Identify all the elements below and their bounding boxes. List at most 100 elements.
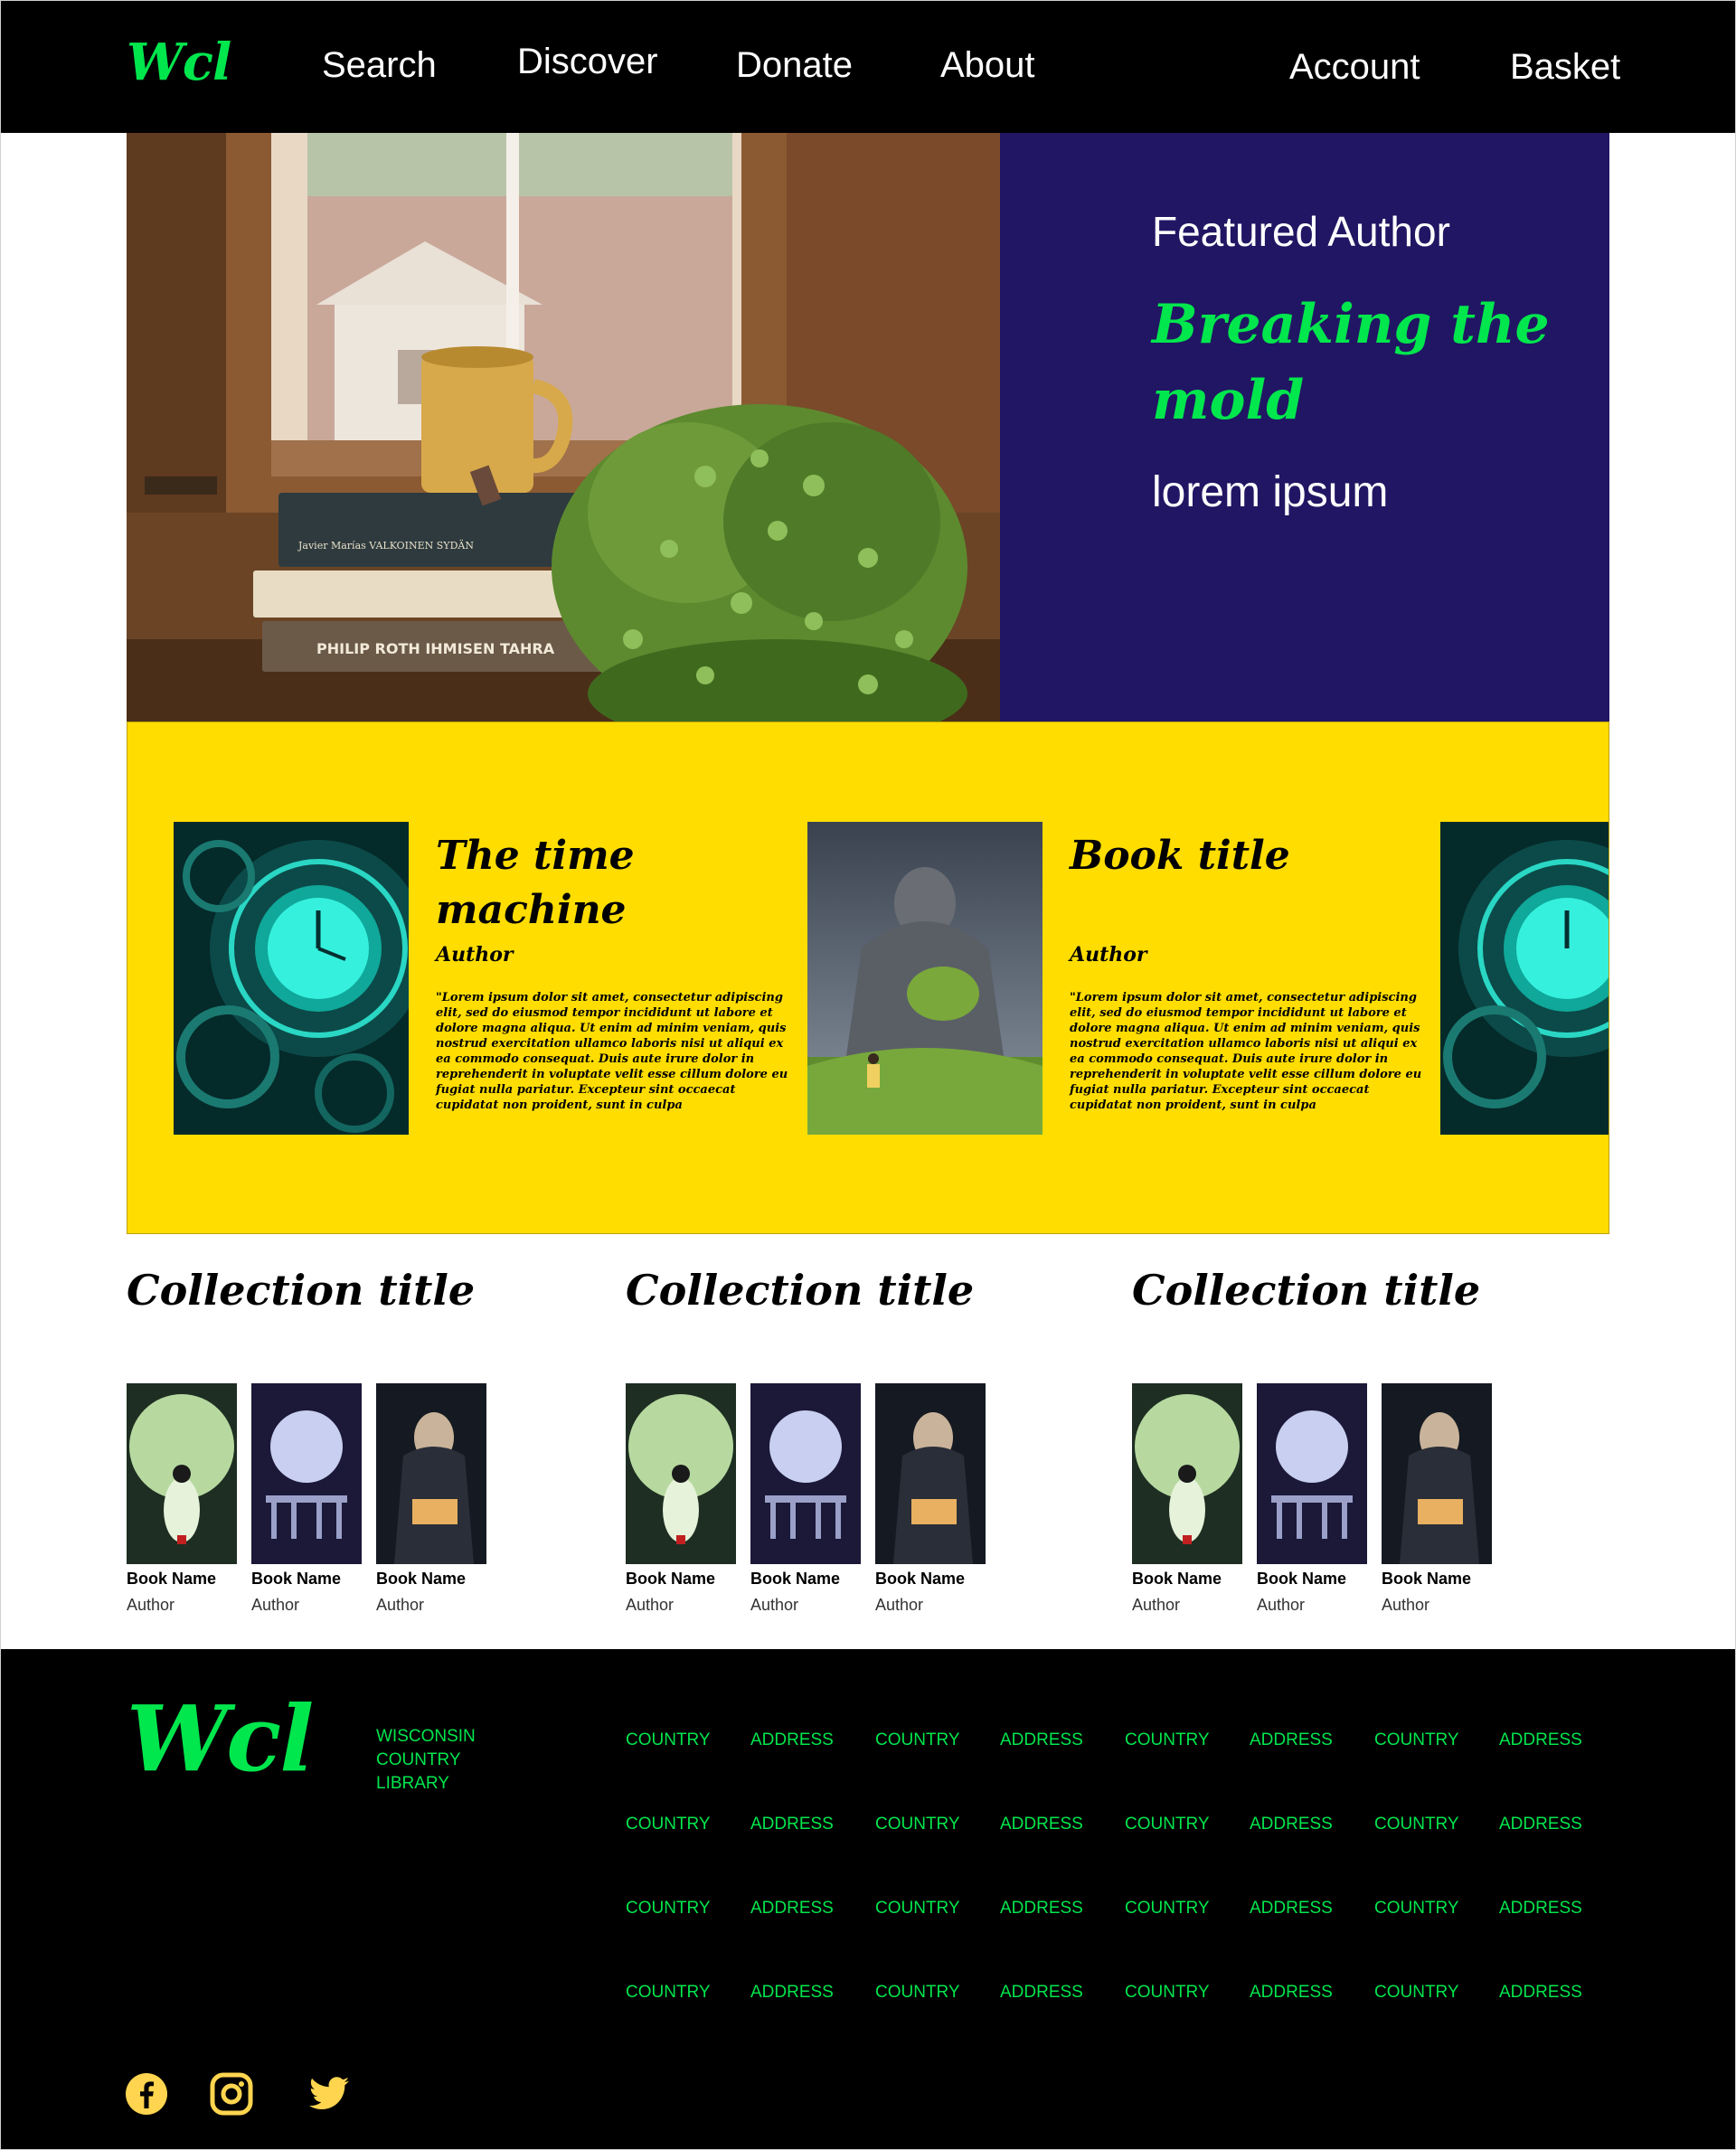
moon-cover-illustration xyxy=(127,1383,237,1564)
book-name[interactable]: Book Name xyxy=(626,1570,736,1589)
book-cover-moon[interactable] xyxy=(127,1383,237,1564)
book-name[interactable]: Book Name xyxy=(750,1570,861,1589)
book-name[interactable]: Book Name xyxy=(376,1570,486,1589)
facebook-icon[interactable] xyxy=(125,2072,168,2116)
footer-address[interactable]: ADDRESS xyxy=(1000,1815,1083,1834)
book-card[interactable]: Book title Author "Lorem ipsum dolor sit… xyxy=(807,822,1422,1135)
book-name[interactable]: Book Name xyxy=(875,1570,986,1589)
footer-address[interactable]: ADDRESS xyxy=(1250,1983,1333,2003)
footer-address[interactable]: ADDRESS xyxy=(750,1983,834,2003)
book-cover-reader[interactable] xyxy=(875,1383,986,1564)
footer-country[interactable]: COUNTRY xyxy=(875,1899,960,1919)
book-cover-reader[interactable] xyxy=(376,1383,486,1564)
footer-country[interactable]: COUNTRY xyxy=(1374,1983,1459,2003)
clock-cover-illustration xyxy=(174,822,409,1135)
balcony-cover-illustration xyxy=(251,1383,362,1564)
footer-country[interactable]: COUNTRY xyxy=(1125,1730,1210,1750)
footer-address[interactable]: ADDRESS xyxy=(750,1730,834,1750)
footer-address[interactable]: ADDRESS xyxy=(1499,1730,1582,1750)
book-name[interactable]: Book Name xyxy=(1132,1570,1242,1589)
book-cover-balcony[interactable] xyxy=(750,1383,861,1564)
window-books-plant-illustration: Javier Marías VALKOINEN SYDÄN PHILIP ROT… xyxy=(127,133,1000,721)
footer-country[interactable]: COUNTRY xyxy=(626,1899,711,1919)
nav-about[interactable]: About xyxy=(940,45,1035,86)
nav-account[interactable]: Account xyxy=(1289,47,1420,88)
footer-address[interactable]: ADDRESS xyxy=(1250,1815,1333,1834)
book-card-partial[interactable] xyxy=(1440,822,1609,1135)
collection-title[interactable]: Collection title xyxy=(1132,1266,1480,1315)
featured-headline[interactable]: Breaking the mold xyxy=(1152,287,1658,438)
collection-book[interactable]: Book Name Author xyxy=(1132,1383,1242,1615)
book-cover-clock[interactable] xyxy=(1440,822,1609,1135)
collection-title[interactable]: Collection title xyxy=(626,1266,974,1315)
collection-title[interactable]: Collection title xyxy=(127,1266,475,1315)
footer-address[interactable]: ADDRESS xyxy=(750,1899,834,1919)
book-card-title[interactable]: The time machine xyxy=(436,829,797,938)
footer-country[interactable]: COUNTRY xyxy=(626,1730,711,1750)
footer-country[interactable]: COUNTRY xyxy=(875,1730,960,1750)
book-card-title[interactable]: Book title xyxy=(1070,829,1431,883)
footer-country[interactable]: COUNTRY xyxy=(875,1815,960,1834)
book-cover-balcony[interactable] xyxy=(251,1383,362,1564)
book-cover-statue[interactable] xyxy=(807,822,1043,1135)
book-cover-moon[interactable] xyxy=(1132,1383,1242,1564)
book-cover-reader[interactable] xyxy=(1382,1383,1492,1564)
collection-book[interactable]: Book Name Author xyxy=(251,1383,362,1615)
featured-author-label: Featured Author xyxy=(1152,208,1450,255)
footer-country[interactable]: COUNTRY xyxy=(875,1983,960,2003)
logo[interactable]: Wcl xyxy=(127,33,231,92)
footer-address[interactable]: ADDRESS xyxy=(1499,1899,1582,1919)
collection: Collection title Book Name Author Book N… xyxy=(1132,1266,1602,1627)
clock-cover-illustration xyxy=(1440,822,1609,1135)
book-author: Author xyxy=(1382,1596,1430,1614)
moon-cover-illustration xyxy=(626,1383,736,1564)
moon-cover-illustration xyxy=(1132,1383,1242,1564)
collection-book[interactable]: Book Name Author xyxy=(376,1383,486,1615)
twitter-icon[interactable] xyxy=(307,2072,351,2116)
footer-country[interactable]: COUNTRY xyxy=(1125,1899,1210,1919)
collection: Collection title Book Name Author Book N… xyxy=(127,1266,597,1627)
footer-country[interactable]: COUNTRY xyxy=(1125,1983,1210,2003)
book-spine-1: Javier Marías VALKOINEN SYDÄN xyxy=(297,539,474,552)
nav-discover[interactable]: Discover xyxy=(517,42,658,82)
hero-image: Javier Marías VALKOINEN SYDÄN PHILIP ROT… xyxy=(127,133,1000,721)
collection-book[interactable]: Book Name Author xyxy=(1257,1383,1367,1615)
footer-address[interactable]: ADDRESS xyxy=(1000,1983,1083,2003)
footer-address[interactable]: ADDRESS xyxy=(1250,1899,1333,1919)
book-cover-moon[interactable] xyxy=(626,1383,736,1564)
collection-book[interactable]: Book Name Author xyxy=(127,1383,237,1615)
footer-country[interactable]: COUNTRY xyxy=(1374,1815,1459,1834)
book-name[interactable]: Book Name xyxy=(1257,1570,1367,1589)
book-author: Author xyxy=(1257,1596,1306,1614)
footer-country[interactable]: COUNTRY xyxy=(1374,1730,1459,1750)
instagram-icon[interactable] xyxy=(210,2072,253,2116)
footer-address[interactable]: ADDRESS xyxy=(1499,1983,1582,2003)
collection-book[interactable]: Book Name Author xyxy=(1382,1383,1492,1615)
footer-address[interactable]: ADDRESS xyxy=(1250,1730,1333,1750)
book-name[interactable]: Book Name xyxy=(1382,1570,1492,1589)
book-cover-clock[interactable] xyxy=(174,822,409,1135)
nav-search[interactable]: Search xyxy=(322,45,437,86)
book-card-description: "Lorem ipsum dolor sit amet, consectetur… xyxy=(436,991,788,1112)
footer-country[interactable]: COUNTRY xyxy=(626,1983,711,2003)
footer-address[interactable]: ADDRESS xyxy=(1000,1899,1083,1919)
nav-basket[interactable]: Basket xyxy=(1510,47,1620,88)
statue-cover-illustration xyxy=(807,822,1043,1135)
footer-logo[interactable]: Wcl xyxy=(127,1685,314,1792)
footer-address[interactable]: ADDRESS xyxy=(1499,1815,1582,1834)
footer-country[interactable]: COUNTRY xyxy=(1374,1899,1459,1919)
collection-book[interactable]: Book Name Author xyxy=(750,1383,861,1615)
footer-country[interactable]: COUNTRY xyxy=(1125,1815,1210,1834)
book-author: Author xyxy=(875,1596,924,1614)
nav-donate[interactable]: Donate xyxy=(736,45,853,86)
book-author: Author xyxy=(626,1596,675,1614)
book-name[interactable]: Book Name xyxy=(251,1570,362,1589)
book-cover-balcony[interactable] xyxy=(1257,1383,1367,1564)
footer-address[interactable]: ADDRESS xyxy=(1000,1730,1083,1750)
collection-book[interactable]: Book Name Author xyxy=(875,1383,986,1615)
collection-book[interactable]: Book Name Author xyxy=(626,1383,736,1615)
book-name[interactable]: Book Name xyxy=(127,1570,237,1589)
footer-country[interactable]: COUNTRY xyxy=(626,1815,711,1834)
footer-address[interactable]: ADDRESS xyxy=(750,1815,834,1834)
book-card[interactable]: The time machine Author "Lorem ipsum dol… xyxy=(174,822,788,1135)
